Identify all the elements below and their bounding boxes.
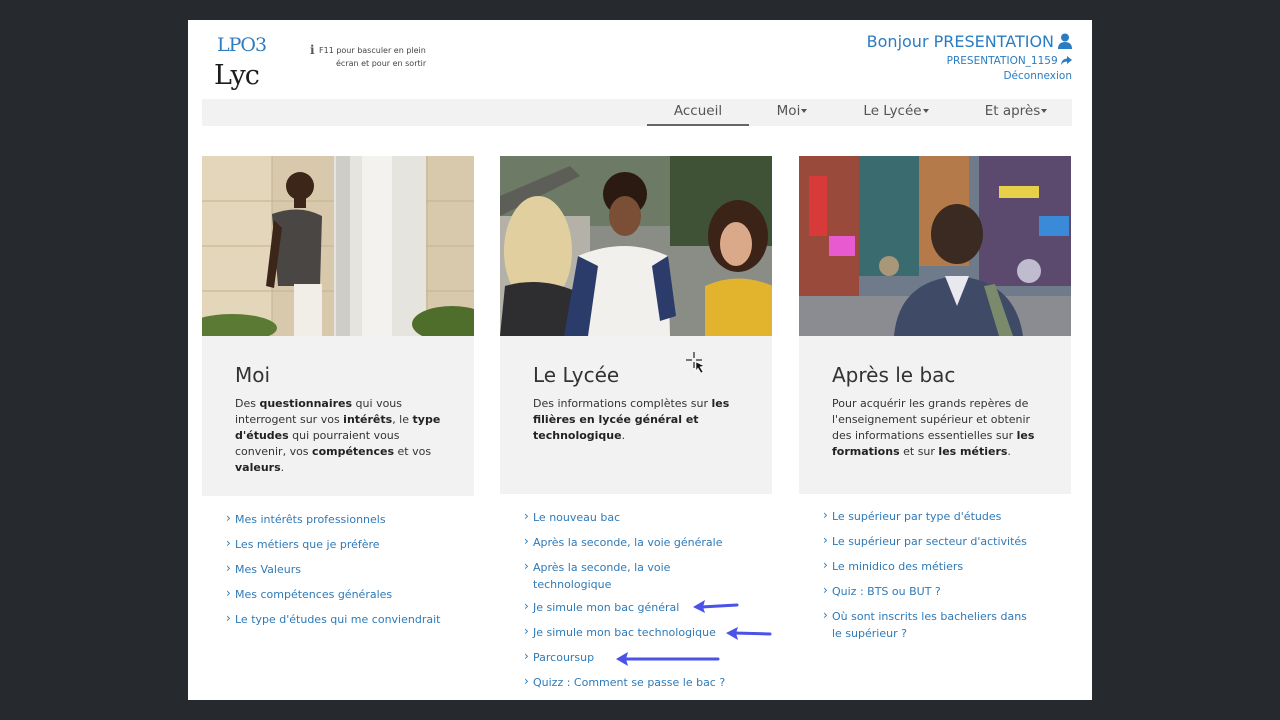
list-item[interactable]: Quizz : Comment se passe le bac ? — [524, 673, 734, 691]
list-item[interactable]: Mes intérêts professionnels — [226, 510, 440, 528]
nav-moi-label: Moi — [776, 103, 801, 119]
desc-part: Des informations complètes sur — [533, 397, 712, 410]
desc-part-bold: valeurs — [235, 461, 281, 474]
logout-link[interactable]: Déconnexion — [867, 69, 1072, 84]
list-item[interactable]: Le supérieur par secteur d'activités — [823, 532, 1038, 550]
mouse-cursor-icon — [686, 352, 705, 374]
list-item[interactable]: Le type d'études qui me conviendrait — [226, 610, 440, 628]
logo-top: LPO3 — [217, 34, 267, 56]
card-apres-title: Après le bac — [832, 363, 956, 387]
desc-part: . — [621, 429, 626, 442]
list-item[interactable]: Le supérieur par type d'études — [823, 507, 1038, 525]
annotation-arrow-icon — [616, 652, 720, 666]
nav-lycee[interactable]: Le Lycée — [850, 99, 942, 126]
card-moi-panel: Moi Des questionnaires qui vous interrog… — [202, 336, 474, 496]
list-item[interactable]: Où sont inscrits les bacheliers dans le … — [823, 607, 1038, 642]
card-apres-description: Pour acquérir les grands repères de l'en… — [832, 396, 1047, 460]
username-text: PRESENTATION_1159 — [946, 55, 1058, 67]
card-moi-title: Moi — [235, 363, 271, 387]
nav-lycee-label: Le Lycée — [863, 103, 922, 119]
card-moi-photo — [202, 156, 474, 336]
list-item[interactable]: Quiz : BTS ou BUT ? — [823, 582, 1038, 600]
desc-part-bold: les métiers — [938, 445, 1008, 458]
card-moi-description: Des questionnaires qui vous interrogent … — [235, 396, 450, 476]
username-link[interactable]: PRESENTATION_1159 — [867, 54, 1072, 69]
hint-line-2: écran et pour en sortir — [336, 59, 427, 68]
list-item[interactable]: Mes compétences générales — [226, 585, 440, 603]
desc-part: . — [280, 461, 285, 474]
nav-moi[interactable]: Moi — [762, 99, 822, 126]
user-icon — [1058, 33, 1072, 49]
desc-part: , le — [392, 413, 413, 426]
list-item[interactable]: Mes Valeurs — [226, 560, 440, 578]
nav-et-apres-label: Et après — [984, 103, 1041, 119]
list-item[interactable]: Le minidico des métiers — [823, 557, 1038, 575]
list-item[interactable]: Après la seconde, la voie technologique — [524, 558, 693, 593]
desc-part: . — [1007, 445, 1011, 458]
links-apres-bac: Le supérieur par type d'études Le supéri… — [823, 507, 1038, 642]
info-icon: i — [310, 43, 315, 57]
card-lycee-title: Le Lycée — [533, 363, 620, 387]
desc-part: et sur — [899, 445, 939, 458]
annotation-arrow-icon — [726, 627, 772, 640]
desc-part-bold: intérêts — [343, 413, 393, 426]
card-lycee-description: Des informations complètes sur les filiè… — [533, 396, 738, 444]
caret-down-icon — [1041, 109, 1048, 113]
caret-down-icon — [922, 109, 929, 113]
desc-part: et vos — [394, 445, 432, 458]
hint-line-1: F11 pour basculer en plein — [319, 46, 426, 55]
share-icon — [1061, 56, 1072, 65]
annotation-arrow-icon — [693, 600, 739, 613]
logo-bottom: Lyc — [214, 60, 260, 91]
site-logo[interactable]: LPO3 Lyc — [214, 30, 274, 91]
page: LPO3 Lyc i F11 pour basculer en plein éc… — [188, 20, 1092, 700]
card-apres-photo — [799, 156, 1071, 336]
nav-et-apres[interactable]: Et après — [970, 99, 1062, 126]
user-block: Bonjour PRESENTATION PRESENTATION_1159 D… — [867, 32, 1072, 84]
list-item[interactable]: Après la seconde, la voie générale — [524, 533, 734, 551]
desc-part: Des — [235, 397, 260, 410]
nav-home-label: Accueil — [673, 103, 723, 119]
caret-down-icon — [801, 109, 808, 113]
list-item[interactable]: Le nouveau bac — [524, 508, 734, 526]
main-navbar: Accueil Moi Le Lycée Et après — [202, 99, 1072, 126]
desc-part-bold: compétences — [312, 445, 394, 458]
greeting-text: Bonjour PRESENTATION — [866, 32, 1054, 51]
desc-part: Pour acquérir les grands repères de l'en… — [832, 397, 1031, 442]
fullscreen-hint: i F11 pour basculer en plein écran et po… — [310, 44, 450, 70]
links-moi: Mes intérêts professionnels Les métiers … — [226, 510, 440, 628]
list-item[interactable]: Les métiers que je préfère — [226, 535, 440, 553]
greeting[interactable]: Bonjour PRESENTATION — [867, 32, 1072, 52]
nav-home[interactable]: Accueil — [647, 99, 749, 126]
card-lycee-panel: Le Lycée Des informations complètes sur … — [500, 336, 772, 494]
desc-part-bold: questionnaires — [259, 397, 353, 410]
card-lycee-photo — [500, 156, 772, 336]
card-apres-panel: Après le bac Pour acquérir les grands re… — [799, 336, 1071, 494]
list-item[interactable]: Je simule mon bac technologique — [524, 623, 734, 641]
